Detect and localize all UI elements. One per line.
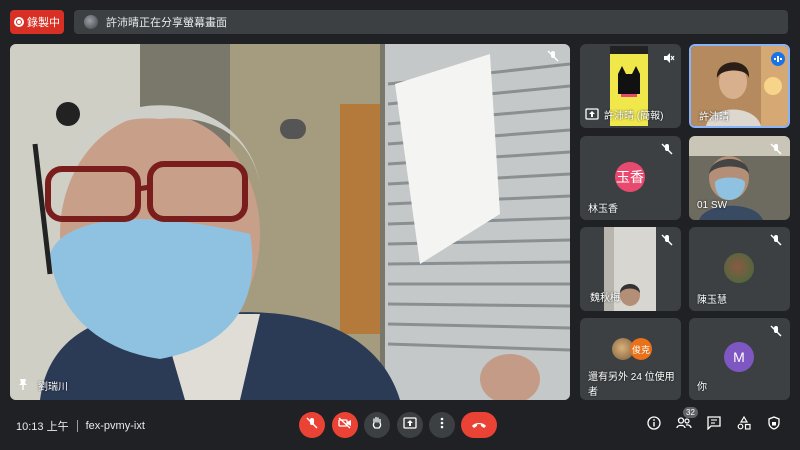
presenter-avatar (84, 15, 98, 29)
info-icon (647, 415, 661, 435)
tile-presentation[interactable]: 許沛晴 (簡報) (580, 44, 681, 128)
mic-toggle-button[interactable] (299, 412, 325, 438)
tile-name: 魏秋梅 (590, 293, 620, 304)
chat-button[interactable] (703, 414, 725, 436)
more-vert-icon (440, 416, 444, 434)
tile-speaker-presenter[interactable]: 許沛晴 (689, 44, 790, 128)
shield-lock-icon (768, 415, 780, 435)
tile-name: 你 (697, 382, 707, 393)
mic-off-icon (547, 50, 565, 68)
tile-name: 許沛晴 (699, 112, 729, 123)
meeting-details: 10:13 上午 fex-pvmy-ixt (16, 418, 145, 434)
chat-icon (707, 415, 721, 435)
meeting-details-button[interactable] (643, 414, 665, 436)
tile-participant[interactable]: 魏秋梅 (580, 227, 681, 311)
mic-off-icon (658, 140, 676, 158)
present-now-button[interactable] (397, 412, 423, 438)
tile-name: 林玉香 (588, 204, 618, 215)
recording-label: 錄製中 (27, 17, 60, 29)
tile-participant[interactable]: 玉香 林玉香 (580, 136, 681, 220)
divider (76, 420, 78, 432)
mic-off-icon (658, 231, 676, 249)
tile-name: 01 SW (697, 200, 728, 211)
tile-participant[interactable]: 01 SW (689, 136, 790, 220)
recording-badge[interactable]: 錄製中 (10, 10, 64, 34)
meet-window: 錄製中 許沛晴正在分享螢幕畫面 劉瑞川 許沛晴 (簡報) 許沛晴 玉香 林玉香 … (0, 0, 800, 450)
mic-off-icon (306, 416, 318, 434)
camera-off-icon (338, 416, 352, 434)
avatar: 玉香 (615, 162, 645, 192)
main-speaker-tile[interactable]: 劉瑞川 (10, 44, 570, 400)
mic-off-icon (767, 231, 785, 249)
meeting-code[interactable]: fex-pvmy-ixt (86, 420, 145, 432)
more-options-button[interactable] (429, 412, 455, 438)
main-speaker-video (10, 44, 570, 400)
avatar: M (724, 342, 754, 372)
host-controls-button[interactable] (763, 414, 785, 436)
hand-icon (371, 416, 383, 435)
tile-name: 許沛晴 (簡報) (604, 111, 664, 122)
tile-name: 還有另外 24 位使用者 (588, 372, 675, 398)
raise-hand-button[interactable] (364, 412, 390, 438)
record-icon (14, 17, 24, 27)
tile-more-participants[interactable]: 俊克 還有另外 24 位使用者 (580, 318, 681, 400)
participants-count-badge: 32 (683, 407, 698, 418)
present-screen-icon (403, 416, 417, 434)
avatar: 俊克 (630, 338, 652, 360)
tile-self[interactable]: M 你 (689, 318, 790, 400)
leave-call-button[interactable] (461, 412, 497, 438)
tile-name: 陳玉慧 (697, 295, 727, 306)
speaking-indicator-icon (771, 52, 785, 66)
avatar (724, 253, 754, 283)
present-screen-icon (585, 107, 599, 125)
mic-off-icon (767, 322, 785, 340)
tile-participant[interactable]: 陳玉慧 (689, 227, 790, 311)
presenting-text: 許沛晴正在分享螢幕畫面 (106, 17, 227, 29)
volume-off-icon[interactable] (660, 49, 678, 67)
mic-off-icon (767, 140, 785, 158)
call-end-icon (471, 416, 487, 434)
people-icon (676, 416, 692, 434)
presenting-banner: 許沛晴正在分享螢幕畫面 (74, 10, 788, 34)
main-speaker-name: 劉瑞川 (38, 382, 68, 393)
meeting-time: 10:13 上午 (16, 421, 69, 433)
shapes-icon (737, 415, 751, 435)
camera-toggle-button[interactable] (332, 412, 358, 438)
activities-button[interactable] (733, 414, 755, 436)
